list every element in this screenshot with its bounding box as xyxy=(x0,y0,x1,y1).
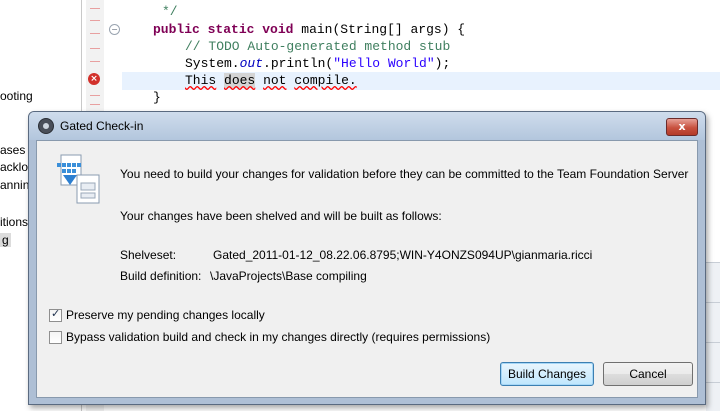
code-line: public static void main(String[] args) { xyxy=(153,22,466,37)
left-panel-item[interactable]: itions xyxy=(0,215,28,229)
code-line: // TODO Auto-generated method stub xyxy=(185,39,451,54)
left-panel-item[interactable]: ases xyxy=(0,143,25,157)
build-definition-label: Build definition: xyxy=(120,269,202,283)
gear-icon xyxy=(38,118,54,134)
dialog-titlebar[interactable]: Gated Check-in x xyxy=(29,112,705,140)
checkmark-icon: ✓ xyxy=(51,307,61,320)
close-button[interactable]: x xyxy=(666,118,698,136)
error-marker-icon[interactable]: × xyxy=(88,73,100,85)
shelved-message: Your changes have been shelved and will … xyxy=(120,209,442,223)
code-line-error: This does not compile. xyxy=(185,73,357,88)
left-panel-item[interactable]: ooting xyxy=(0,89,33,103)
build-changes-button[interactable]: Build Changes xyxy=(500,362,594,386)
left-panel-item-selected[interactable]: g xyxy=(0,233,11,247)
right-panel-strip xyxy=(706,262,720,411)
cancel-button[interactable]: Cancel xyxy=(603,362,693,386)
shelveset-value: Gated_2011-01-12_08.22.06.8795;WIN-Y4ONZ… xyxy=(213,248,593,262)
gated-checkin-dialog: Gated Check-in x You need to build your … xyxy=(28,111,706,405)
bypass-validation-checkbox[interactable] xyxy=(49,331,62,344)
code-line: */ xyxy=(162,4,178,19)
code-line: } xyxy=(153,90,161,105)
collapse-icon[interactable]: − xyxy=(109,24,120,35)
preserve-changes-label[interactable]: Preserve my pending changes locally xyxy=(66,308,265,322)
shelveset-label: Shelveset: xyxy=(120,248,177,262)
bypass-validation-label[interactable]: Bypass validation build and check in my … xyxy=(66,330,490,344)
dialog-title: Gated Check-in xyxy=(60,119,144,133)
build-definition-value: \JavaProjects\Base compiling xyxy=(210,269,367,283)
code-line: System.out.println("Hello World"); xyxy=(185,56,451,71)
build-message: You need to build your changes for valid… xyxy=(120,167,689,181)
preserve-changes-checkbox[interactable]: ✓ xyxy=(49,307,62,322)
build-check-in-icon xyxy=(57,154,100,204)
dialog-body: You need to build your changes for valid… xyxy=(36,140,698,398)
